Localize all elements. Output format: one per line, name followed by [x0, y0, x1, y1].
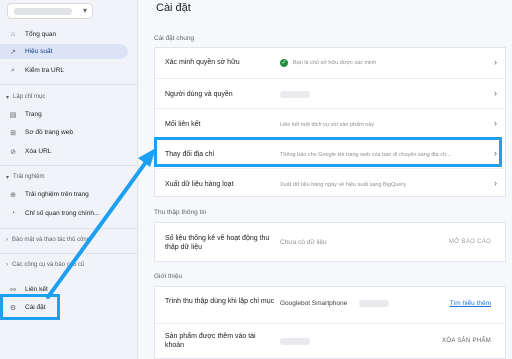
section-label: Trải nghiệm	[13, 174, 45, 180]
divider	[0, 253, 138, 254]
redacted-text	[280, 91, 310, 98]
sitemap-icon: ⊞	[10, 129, 16, 137]
trending-icon: ↗	[10, 48, 16, 56]
experience-icon: ⊕	[10, 191, 16, 199]
page-icon: ▤	[9, 111, 17, 119]
section-label: Bảo mật và thao tác thủ công	[12, 237, 91, 243]
settings-main: Cài đặt Cài đặt chung Xác minh quyền sở …	[139, 0, 512, 359]
home-icon: ⌂	[10, 31, 16, 38]
sidebar-item-label: Kiểm tra URL	[25, 67, 65, 74]
row-property-added: Sản phẩm được thêm vào tài khoản XÓA SẢN…	[155, 323, 505, 359]
row-desc: Xuất dữ liệu hàng ngày về hiệu suất sang…	[280, 182, 406, 188]
chevron-right-icon: ›	[494, 178, 497, 188]
gauge-icon: ◔	[10, 210, 16, 217]
sidebar-item-label: Chỉ số quan trọng chính...	[25, 210, 100, 217]
sidebar-item-label: Trang	[25, 111, 42, 118]
row-desc: ✓ Bạn là chủ sở hữu được xác minh	[280, 59, 376, 67]
section-security[interactable]: › Bảo mật và thao tác thủ công	[6, 234, 90, 246]
page-title: Cài đặt	[156, 2, 191, 14]
remove-property-button[interactable]: XÓA SẢN PHẨM	[442, 338, 491, 344]
sidebar-item-pages[interactable]: ▤ Trang	[0, 107, 136, 122]
section-indexing[interactable]: ▾ Lập chỉ mục	[6, 91, 45, 103]
about-section-label: Giới thiệu	[154, 273, 183, 280]
divider	[0, 165, 138, 166]
row-desc: Chưa có dữ liệu	[280, 239, 327, 246]
about-card: Trình thu thập dùng khi lập chỉ mục Goog…	[154, 286, 506, 359]
section-experience[interactable]: ▾ Trải nghiệm	[6, 171, 44, 183]
row-label: Mối liên kết	[165, 121, 201, 128]
row-label: Xuất dữ liệu hàng loạt	[165, 181, 234, 188]
row-label: Sản phẩm được thêm vào tài khoản	[165, 333, 256, 349]
row-associations[interactable]: Mối liên kết Liên kết một dịch vụ với sả…	[155, 108, 505, 138]
redacted-text	[359, 300, 389, 307]
general-section-label: Cài đặt chung	[154, 35, 195, 42]
row-ownership-verification[interactable]: Xác minh quyền sở hữu ✓ Bạn là chủ sở hữu…	[155, 48, 505, 78]
learn-more-link[interactable]: Tìm hiểu thêm	[449, 300, 491, 307]
sidebar-item-overview[interactable]: ⌂ Tổng quan	[0, 27, 136, 42]
sidebar-item-label: Hiệu suất	[25, 48, 53, 55]
crawl-settings-card: Số liệu thống kê về hoạt động thu thập d…	[154, 222, 506, 262]
chevron-down-icon: ▾	[6, 94, 10, 101]
row-crawl-stats[interactable]: Số liệu thống kê về hoạt động thu thập d…	[155, 223, 505, 263]
sidebar-item-core-web-vitals[interactable]: ◔ Chỉ số quan trọng chính...	[0, 206, 136, 221]
row-label: Xác minh quyền sở hữu	[165, 59, 240, 66]
ownership-desc: Bạn là chủ sở hữu được xác minh	[293, 60, 377, 66]
chevron-right-icon: ›	[494, 57, 497, 67]
divider	[0, 84, 138, 85]
sidebar-item-url-inspection[interactable]: ⌕ Kiểm tra URL	[0, 63, 136, 78]
row-indexing-crawler: Trình thu thập dùng khi lập chỉ mục Goog…	[155, 287, 505, 323]
chevron-right-icon: ›	[494, 88, 497, 98]
search-icon: ⌕	[11, 66, 15, 74]
chevron-right-icon: ›	[6, 262, 8, 268]
row-label: Người dùng và quyền	[165, 91, 233, 98]
chevron-right-icon: ›	[6, 237, 8, 243]
sidebar-item-label: Sơ đồ trang web	[25, 129, 73, 136]
row-desc: Googlebot Smartphone	[280, 300, 348, 307]
row-bulk-data-export[interactable]: Xuất dữ liệu hàng loạt Xuất dữ liệu hàng…	[155, 168, 505, 198]
chevron-down-icon: ▾	[82, 6, 87, 15]
settings-highlight	[0, 294, 60, 320]
sidebar-item-label: Trải nghiệm trên trang	[25, 191, 89, 198]
section-label: Lập chỉ mục	[13, 94, 46, 100]
sidebar-item-label: Liên kết	[25, 286, 48, 293]
sidebar-item-label: Tổng quan	[25, 31, 57, 38]
chevron-right-icon: ›	[494, 118, 497, 128]
open-report-button[interactable]: MỞ BÁO CÁO	[449, 239, 491, 245]
sidebar-item-label: Xóa URL	[25, 148, 52, 155]
divider	[0, 228, 138, 229]
chevron-down-icon: ▾	[6, 174, 10, 181]
sidebar-item-sitemaps[interactable]: ⊞ Sơ đồ trang web	[0, 125, 136, 140]
links-icon: ⚯	[10, 286, 16, 294]
property-name-redacted	[14, 8, 72, 15]
remove-icon: ⊘	[10, 148, 16, 156]
crawl-section-label: Thu thập thông tin	[154, 209, 207, 216]
redacted-text	[280, 338, 310, 345]
sidebar-item-page-experience[interactable]: ⊕ Trải nghiệm trên trang	[0, 187, 136, 202]
row-label: Số liệu thống kê về hoạt động thu thập d…	[165, 235, 270, 251]
row-users-permissions[interactable]: Người dùng và quyền ›	[155, 78, 505, 108]
general-settings-card: Xác minh quyền sở hữu ✓ Bạn là chủ sở hữu…	[154, 47, 506, 197]
property-selector[interactable]: ▾	[7, 3, 93, 19]
change-of-address-highlight	[154, 137, 502, 167]
section-legacy[interactable]: › Các công cụ và báo cáo cũ	[6, 259, 84, 271]
sidebar-item-removals[interactable]: ⊘ Xóa URL	[0, 144, 136, 159]
row-desc: Liên kết một dịch vụ với sản phẩm này	[280, 122, 375, 128]
check-circle-icon: ✓	[280, 59, 288, 67]
row-label: Trình thu thập dùng khi lập chỉ mục	[165, 298, 275, 305]
section-label: Các công cụ và báo cáo cũ	[12, 262, 85, 268]
sidebar-item-performance[interactable]: ↗ Hiệu suất	[0, 44, 128, 59]
